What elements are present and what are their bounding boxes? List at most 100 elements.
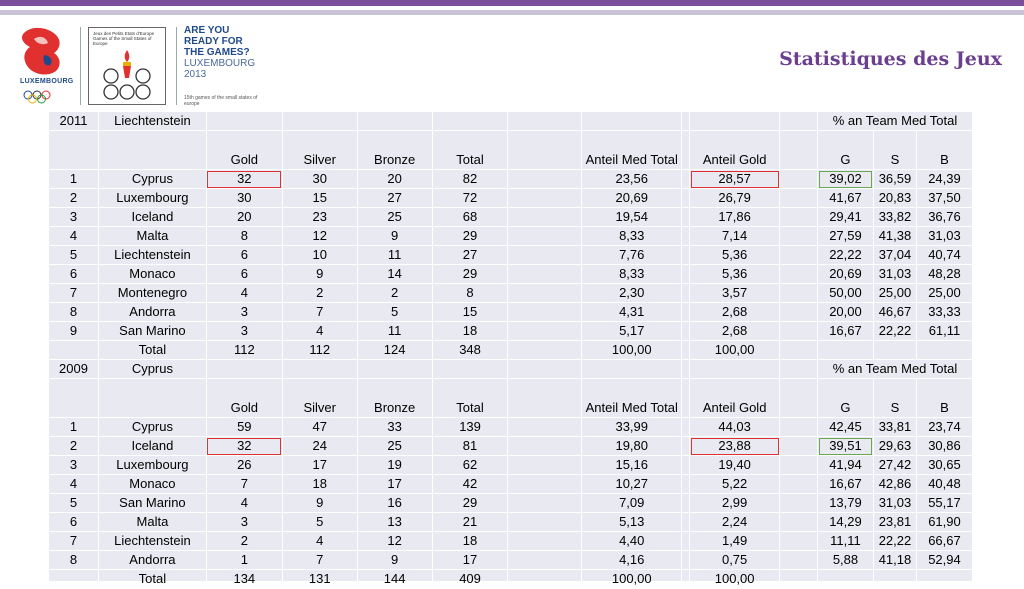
bronze-cell: 13 <box>356 512 433 532</box>
anteil-med-cell: 15,16 <box>581 455 683 475</box>
anteil-med-cell: 4,16 <box>581 550 683 570</box>
empty-cell <box>779 569 818 589</box>
gold-cell: 3 <box>205 321 283 341</box>
bronze-cell: 20 <box>356 169 433 189</box>
bronze-cell: 16 <box>356 493 433 513</box>
col-header-silver: Silver <box>281 378 358 418</box>
gold-cell: 6 <box>205 264 283 284</box>
section-host: Cyprus <box>97 359 207 379</box>
gold-cell: 32 <box>205 436 283 456</box>
anteil-gold-cell: 0,75 <box>689 550 781 570</box>
empty-cell <box>507 283 583 303</box>
table-row: 4 Malta 8 12 9 29 8,33 7,14 27,59 41,38 31,03 <box>48 226 974 246</box>
pct-g-cell: 16,67 <box>817 474 874 494</box>
empty-cell <box>581 111 683 131</box>
total-cell: 17 <box>431 550 509 570</box>
silver-cell: 4 <box>281 531 358 551</box>
total-cell: 72 <box>431 188 509 208</box>
anteil-gold-cell: 5,22 <box>689 474 781 494</box>
rank-cell: 5 <box>48 245 99 265</box>
empty-cell <box>507 264 583 284</box>
empty-cell <box>281 359 358 379</box>
total-anteil-gold: 100,00 <box>689 340 781 360</box>
gold-cell: 3 <box>205 512 283 532</box>
empty-cell <box>507 493 583 513</box>
empty-cell <box>779 188 818 208</box>
anteil-gold-cell: 2,24 <box>689 512 781 532</box>
anteil-med-cell: 5,17 <box>581 321 683 341</box>
total-bronze: 124 <box>356 340 433 360</box>
empty-cell <box>48 569 99 589</box>
empty-cell <box>779 245 818 265</box>
pct-s-cell: 41,38 <box>872 226 917 246</box>
empty-cell <box>581 359 683 379</box>
total-anteil-med: 100,00 <box>581 340 683 360</box>
gold-cell: 2 <box>205 531 283 551</box>
gold-cell: 3 <box>205 302 283 322</box>
empty-cell <box>681 245 691 265</box>
anteil-gold-cell: 5,36 <box>689 264 781 284</box>
rank-cell: 6 <box>48 264 99 284</box>
anteil-gold-cell: 19,40 <box>689 455 781 475</box>
table-row: 6 Monaco 6 9 14 29 8,33 5,36 20,69 31,03 48,28 <box>48 264 974 284</box>
empty-cell <box>872 340 917 360</box>
anteil-med-cell: 20,69 <box>581 188 683 208</box>
pct-b-cell: 61,90 <box>915 512 974 532</box>
country-cell: Montenegro <box>97 283 207 303</box>
empty-cell <box>681 207 691 227</box>
pct-b-cell: 33,33 <box>915 302 974 322</box>
empty-cell <box>779 321 818 341</box>
empty-cell <box>779 264 818 284</box>
empty-cell <box>507 474 583 494</box>
silver-cell: 2 <box>281 283 358 303</box>
total-cell: 82 <box>431 169 509 189</box>
empty-cell <box>681 302 691 322</box>
total-anteil-med: 100,00 <box>581 569 683 589</box>
pct-g-cell: 11,11 <box>817 531 874 551</box>
pct-team-label: % an Team Med Total <box>817 359 973 379</box>
silver-cell: 15 <box>281 188 358 208</box>
empty-cell <box>507 226 583 246</box>
gold-cell: 30 <box>205 188 283 208</box>
pct-s-cell: 22,22 <box>872 321 917 341</box>
empty-cell <box>779 474 818 494</box>
silver-cell: 30 <box>281 169 358 189</box>
country-cell: Cyprus <box>97 417 207 437</box>
total-row: Total 134 131 144 409 100,00 100,00 <box>48 569 974 589</box>
table-row: 1 Cyprus 59 47 33 139 33,99 44,03 42,45 33,81 23,7… <box>48 417 974 437</box>
pct-g-cell: 14,29 <box>817 512 874 532</box>
rank-cell: 3 <box>48 207 99 227</box>
empty-cell <box>681 436 691 456</box>
empty-cell <box>681 130 691 170</box>
silver-cell: 18 <box>281 474 358 494</box>
ready-subtitle: 15th games of the small states of europe <box>184 95 258 107</box>
col-header-bronze: Bronze <box>356 378 433 418</box>
pct-g-cell: 42,45 <box>817 417 874 437</box>
total-row: Total 112 112 124 348 100,00 100,00 <box>48 340 974 360</box>
pct-g-cell: 39,02 <box>817 169 874 189</box>
anteil-med-cell: 19,54 <box>581 207 683 227</box>
col-header-anteil-med: Anteil Med Total <box>581 130 683 170</box>
empty-cell <box>681 512 691 532</box>
anteil-med-cell: 7,76 <box>581 245 683 265</box>
silver-cell: 7 <box>281 302 358 322</box>
country-cell: Monaco <box>97 474 207 494</box>
empty-cell <box>507 130 583 170</box>
header-divider <box>80 27 81 105</box>
pct-b-cell: 25,00 <box>915 283 974 303</box>
total-cell: 29 <box>431 264 509 284</box>
empty-cell <box>507 359 583 379</box>
col-header-anteil-med: Anteil Med Total <box>581 378 683 418</box>
anteil-med-cell: 4,40 <box>581 531 683 551</box>
anteil-gold-cell: 2,68 <box>689 302 781 322</box>
pct-s-cell: 46,67 <box>872 302 917 322</box>
empty-cell <box>97 378 207 418</box>
table-row: 8 Andorra 1 7 9 17 4,16 0,75 5,88 41,18 52,94 <box>48 550 974 570</box>
bronze-cell: 33 <box>356 417 433 437</box>
rank-cell: 4 <box>48 226 99 246</box>
table-row: 1 Cyprus 32 30 20 82 23,56 28,57 39,02 36,59 24,39 <box>48 169 974 189</box>
table-row: 2 Iceland 32 24 25 81 19,80 23,88 39,51 29,63 30,8… <box>48 436 974 456</box>
luxembourg-lion-logo-icon <box>22 27 60 104</box>
anteil-med-cell: 19,80 <box>581 436 683 456</box>
silver-cell: 10 <box>281 245 358 265</box>
